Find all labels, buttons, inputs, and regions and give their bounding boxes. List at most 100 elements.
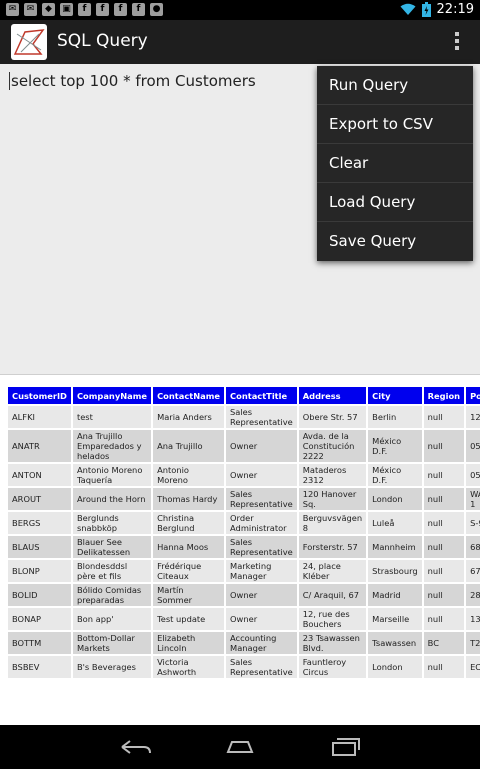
table-cell[interactable]: BLONP xyxy=(8,560,71,582)
table-cell[interactable]: T2F 8 xyxy=(466,632,480,654)
menu-item-run-query[interactable]: Run Query xyxy=(317,66,473,105)
table-cell[interactable]: null xyxy=(423,406,465,428)
table-cell[interactable]: null xyxy=(423,430,465,462)
table-row[interactable]: ANATR Ana Trujillo Emparedados y helados A… xyxy=(8,430,480,462)
table-cell[interactable]: null xyxy=(423,464,465,486)
menu-item-save-query[interactable]: Save Query xyxy=(317,222,473,260)
table-cell[interactable]: S-958 xyxy=(466,512,480,534)
table-cell[interactable]: BONAP xyxy=(8,608,71,630)
table-cell[interactable]: Forsterstr. 57 xyxy=(298,536,367,558)
table-cell[interactable]: London xyxy=(368,488,422,510)
results-grid[interactable]: CustomerID CompanyName ContactName Conta… xyxy=(0,375,480,725)
table-cell[interactable]: Owner xyxy=(226,608,297,630)
column-header[interactable]: Posta xyxy=(466,387,480,404)
table-cell[interactable]: Sales Representative xyxy=(226,656,297,678)
table-cell[interactable]: Marketing Manager xyxy=(226,560,297,582)
table-cell[interactable]: null xyxy=(423,488,465,510)
table-cell[interactable]: Around the Horn xyxy=(72,488,152,510)
table-cell[interactable]: 12209 xyxy=(466,406,480,428)
table-cell[interactable]: ANTON xyxy=(8,464,71,486)
query-text[interactable]: select top 100 * from Customers xyxy=(9,72,256,90)
back-icon[interactable] xyxy=(116,734,156,760)
table-cell[interactable]: Martín Sommer xyxy=(153,584,225,606)
table-cell[interactable]: Frédérique Citeaux xyxy=(153,560,225,582)
table-cell[interactable]: 23 Tsawassen Blvd. xyxy=(298,632,367,654)
table-cell[interactable]: BLAUS xyxy=(8,536,71,558)
table-cell[interactable]: test xyxy=(72,406,152,428)
table-cell[interactable]: Owner xyxy=(226,464,297,486)
table-cell[interactable]: Elizabeth Lincoln xyxy=(153,632,225,654)
table-cell[interactable]: 05021 xyxy=(466,430,480,462)
table-cell[interactable]: null xyxy=(423,560,465,582)
table-cell[interactable]: B's Beverages xyxy=(72,656,152,678)
table-cell[interactable]: 67000 xyxy=(466,560,480,582)
table-cell[interactable]: Luleå xyxy=(368,512,422,534)
table-cell[interactable]: Obere Str. 57 xyxy=(298,406,367,428)
table-cell[interactable]: Blauer See Delikatessen xyxy=(72,536,152,558)
table-cell[interactable]: London xyxy=(368,656,422,678)
table-cell[interactable]: Avda. de la Constitución 2222 xyxy=(298,430,367,462)
table-cell[interactable]: Antonio Moreno xyxy=(153,464,225,486)
table-cell[interactable]: Mannheim xyxy=(368,536,422,558)
table-cell[interactable]: Order Administrator xyxy=(226,512,297,534)
table-cell[interactable]: Tsawassen xyxy=(368,632,422,654)
table-cell[interactable]: Bottom-Dollar Markets xyxy=(72,632,152,654)
table-row[interactable]: BERGS Berglunds snabbköp Christina Berglun… xyxy=(8,512,480,534)
table-cell[interactable]: Blondesddsl père et fils xyxy=(72,560,152,582)
table-cell[interactable]: Antonio Moreno Taquería xyxy=(72,464,152,486)
table-cell[interactable]: 24, place Kléber xyxy=(298,560,367,582)
table-cell[interactable]: WA1 1 xyxy=(466,488,480,510)
table-row[interactable]: BOTTM Bottom-Dollar Markets Elizabeth Linc… xyxy=(8,632,480,654)
menu-item-load-query[interactable]: Load Query xyxy=(317,183,473,222)
table-cell[interactable]: Fauntleroy Circus xyxy=(298,656,367,678)
table-cell[interactable]: Strasbourg xyxy=(368,560,422,582)
table-cell[interactable]: null xyxy=(423,656,465,678)
table-cell[interactable]: Mataderos 2312 xyxy=(298,464,367,486)
table-cell[interactable]: BOLID xyxy=(8,584,71,606)
column-header[interactable]: CompanyName xyxy=(72,387,152,404)
table-cell[interactable]: Owner xyxy=(226,584,297,606)
table-cell[interactable]: ALFKI xyxy=(8,406,71,428)
table-cell[interactable]: 68306 xyxy=(466,536,480,558)
table-cell[interactable]: BOTTM xyxy=(8,632,71,654)
table-cell[interactable]: Ana Trujillo xyxy=(153,430,225,462)
table-cell[interactable]: BSBEV xyxy=(8,656,71,678)
table-cell[interactable]: BERGS xyxy=(8,512,71,534)
table-row[interactable]: BONAP Bon app' Test update Owner 12, rue des… xyxy=(8,608,480,630)
table-cell[interactable]: Owner xyxy=(226,430,297,462)
table-cell[interactable]: Marseille xyxy=(368,608,422,630)
table-cell[interactable]: Berlin xyxy=(368,406,422,428)
table-cell[interactable]: 05023 xyxy=(466,464,480,486)
menu-item-clear[interactable]: Clear xyxy=(317,144,473,183)
table-cell[interactable]: Sales Representative xyxy=(226,536,297,558)
table-cell[interactable]: Test update xyxy=(153,608,225,630)
table-cell[interactable]: null xyxy=(423,536,465,558)
table-row[interactable]: AROUT Around the Horn Thomas Hardy Sales Re… xyxy=(8,488,480,510)
column-header[interactable]: Region xyxy=(423,387,465,404)
table-cell[interactable]: 28023 xyxy=(466,584,480,606)
table-row[interactable]: ANTON Antonio Moreno Taquería Antonio More… xyxy=(8,464,480,486)
home-icon[interactable] xyxy=(220,734,260,760)
table-cell[interactable]: Hanna Moos xyxy=(153,536,225,558)
recent-apps-icon[interactable] xyxy=(324,734,364,760)
overflow-menu-icon[interactable] xyxy=(454,32,460,52)
column-header[interactable]: ContactName xyxy=(153,387,225,404)
table-cell[interactable]: Berglunds snabbköp xyxy=(72,512,152,534)
column-header[interactable]: City xyxy=(368,387,422,404)
table-cell[interactable]: Christina Berglund xyxy=(153,512,225,534)
column-header[interactable]: CustomerID xyxy=(8,387,71,404)
table-row[interactable]: BOLID Bólido Comidas preparadas Martín Som… xyxy=(8,584,480,606)
table-cell[interactable]: México D.F. xyxy=(368,464,422,486)
table-row[interactable]: BLAUS Blauer See Delikatessen Hanna Moos Sa… xyxy=(8,536,480,558)
table-cell[interactable]: Bon app' xyxy=(72,608,152,630)
table-cell[interactable]: 13008 xyxy=(466,608,480,630)
menu-item-export-csv[interactable]: Export to CSV xyxy=(317,105,473,144)
table-cell[interactable]: ANATR xyxy=(8,430,71,462)
table-cell[interactable]: BC xyxy=(423,632,465,654)
table-row[interactable]: BSBEV B's Beverages Victoria Ashworth Sales… xyxy=(8,656,480,678)
table-cell[interactable]: Madrid xyxy=(368,584,422,606)
table-cell[interactable]: null xyxy=(423,584,465,606)
table-cell[interactable]: Maria Anders xyxy=(153,406,225,428)
table-cell[interactable]: Sales Representative xyxy=(226,488,297,510)
table-cell[interactable]: AROUT xyxy=(8,488,71,510)
